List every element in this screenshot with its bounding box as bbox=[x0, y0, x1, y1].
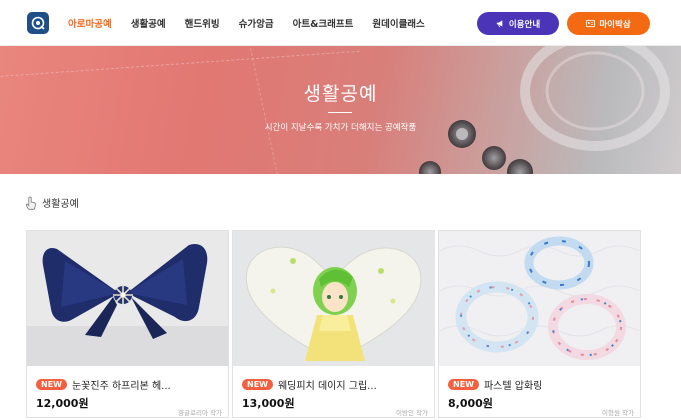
site-logo[interactable] bbox=[27, 12, 49, 34]
guide-button-label: 이용안내 bbox=[508, 19, 541, 30]
top-header: 아로마공예 생활공예 핸드위빙 슈가앙금 아트&크래프트 원데이클래스 이용안내… bbox=[0, 0, 681, 46]
hand-pointer-icon bbox=[25, 196, 36, 210]
product-image-pressed-flower-rings[interactable] bbox=[439, 231, 640, 366]
banner-background-art bbox=[0, 46, 681, 174]
new-badge: NEW bbox=[448, 379, 479, 390]
product-title-row: NEW 눈꽃진주 하프리본 헤... bbox=[36, 377, 171, 392]
mypage-button[interactable]: 마이박삼 bbox=[567, 12, 650, 35]
product-title-row: NEW 파스텔 압화링 bbox=[448, 377, 542, 392]
new-badge: NEW bbox=[242, 379, 273, 390]
nav-item-life-craft[interactable]: 생활공예 bbox=[131, 16, 166, 30]
category-banner: 생활공예 시간이 지날수록 가치가 더해지는 공예작품 bbox=[0, 46, 681, 174]
product-title-row: NEW 웨딩피치 데이지 그립... bbox=[242, 377, 377, 392]
product-card[interactable]: NEW 웨딩피치 데이지 그립... 13,000원 이방인 작가 bbox=[232, 230, 435, 418]
logo-icon bbox=[31, 16, 45, 30]
nav-item-aroma[interactable]: 아로마공예 bbox=[68, 16, 112, 30]
guide-button[interactable]: 이용안내 bbox=[477, 12, 559, 35]
banner-subtitle: 시간이 지날수록 가치가 더해지는 공예작품 bbox=[264, 123, 417, 133]
nav-item-art-craft[interactable]: 아트&크래프트 bbox=[293, 16, 354, 30]
product-card[interactable]: NEW 눈꽃진주 하프리본 헤... 12,000원 향글로리아 작가 bbox=[26, 230, 229, 418]
mypage-button-label: 마이박삼 bbox=[599, 19, 631, 30]
section-heading: 생활공예 bbox=[25, 195, 79, 210]
megaphone-icon bbox=[496, 20, 503, 28]
banner-divider bbox=[328, 112, 352, 113]
nav-item-hand-weaving[interactable]: 핸드위빙 bbox=[185, 16, 220, 30]
product-price: 13,000원 bbox=[242, 397, 295, 410]
section-title: 생활공예 bbox=[42, 199, 79, 210]
product-seller: 이방인 작가 bbox=[396, 409, 428, 417]
main-nav: 아로마공예 생활공예 핸드위빙 슈가앙금 아트&크래프트 원데이클래스 bbox=[68, 0, 444, 46]
product-price: 12,000원 bbox=[36, 397, 89, 410]
product-title[interactable]: 눈꽃진주 하프리본 헤... bbox=[72, 377, 171, 392]
product-image-ribbon[interactable] bbox=[27, 231, 228, 366]
product-price: 8,000원 bbox=[448, 397, 493, 410]
product-title[interactable]: 웨딩피치 데이지 그립... bbox=[278, 377, 377, 392]
product-image-griptok[interactable] bbox=[233, 231, 434, 366]
banner-title: 생활공예 bbox=[303, 83, 378, 105]
nav-item-oneday-class[interactable]: 원데이클래스 bbox=[372, 16, 424, 30]
id-card-icon bbox=[586, 19, 596, 28]
new-badge: NEW bbox=[36, 379, 67, 390]
nav-item-sugar-bean-paste[interactable]: 슈가앙금 bbox=[239, 16, 274, 30]
product-card[interactable]: NEW 파스텔 압화링 8,000원 이형원 작가 bbox=[438, 230, 641, 418]
product-seller: 향글로리아 작가 bbox=[178, 409, 222, 417]
product-title[interactable]: 파스텔 압화링 bbox=[484, 377, 542, 392]
product-seller: 이형원 작가 bbox=[602, 409, 634, 417]
